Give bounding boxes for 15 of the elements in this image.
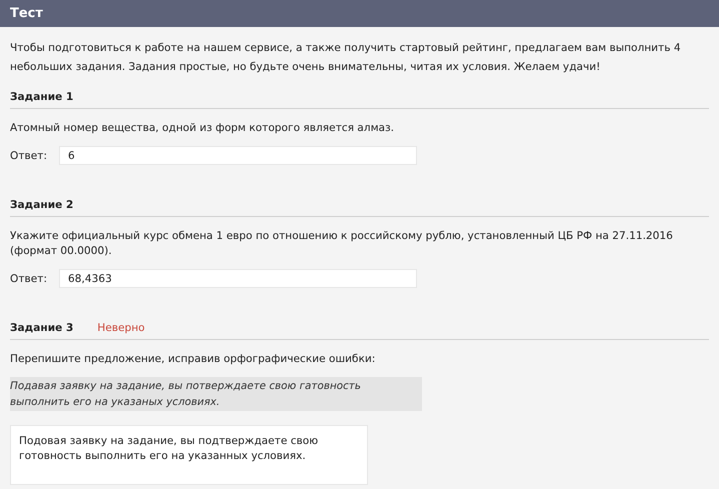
answer-field[interactable]: 6	[59, 146, 418, 165]
answer-label: Ответ:	[10, 150, 48, 162]
task-question: Укажите официальный курс обмена 1 евро по отношению к российскому рублю, установленный ЦБ РФ на 27.11.2016 (формат 00.0000).	[10, 229, 674, 259]
task-question: Атомный номер вещества, одной из форм которого является алмаз.	[10, 121, 396, 136]
page-title: Тест	[10, 6, 43, 21]
task-title: Задание 2	[10, 199, 74, 211]
task-status: Неверно	[97, 322, 145, 334]
answer-textarea[interactable]: Подовая заявку на задание, вы подтверждаете свою готовность выполнить его на указанных условиях.	[10, 425, 368, 485]
task-title: Задание 3	[10, 322, 74, 334]
answer-field[interactable]: 68,4363	[59, 269, 418, 288]
task-question: Перепишите предложение, исправив орфографические ошибки:	[10, 352, 376, 367]
intro-text: Чтобы подготовиться к работе на нашем сервисе, а также получить стартовый рейтинг, предлагаем вам выполнить 4 небольших задания. Задания простые, но будьте очень внимательны, читая их условия. Желаем удачи!	[10, 41, 682, 75]
quoted-sentence: Подавая заявку на задание, вы потверждаете свою гатовность выполнить его на указаных условиях.	[10, 377, 422, 411]
task-title: Задание 1	[10, 91, 74, 103]
answer-label: Ответ:	[10, 272, 48, 284]
